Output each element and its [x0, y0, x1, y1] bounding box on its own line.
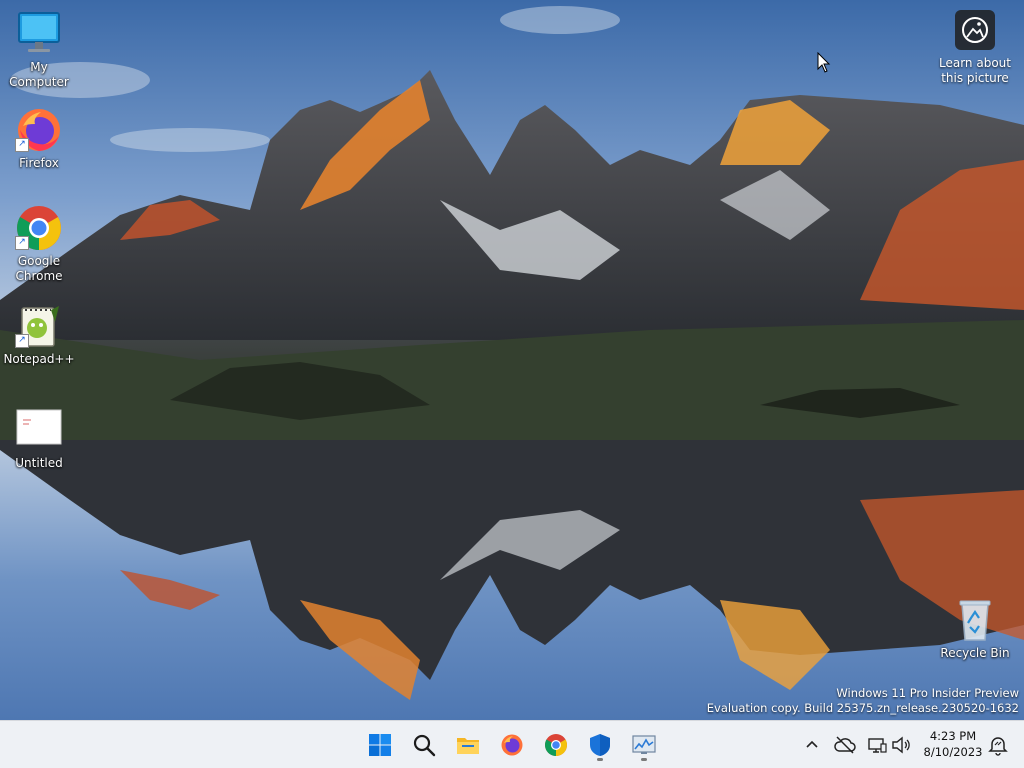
image-file-icon	[16, 409, 62, 445]
running-indicator	[641, 758, 647, 761]
tray-notifications[interactable]	[986, 733, 1010, 757]
shortcut-arrow-icon: ↗	[15, 236, 29, 250]
taskbar-search-button[interactable]	[406, 727, 442, 763]
running-indicator	[597, 758, 603, 761]
taskbar-resource-monitor[interactable]	[626, 727, 662, 763]
clock-date: 8/10/2023	[923, 745, 983, 759]
desktop-icon-notepadpp[interactable]: ↗ Notepad++	[0, 302, 78, 367]
desktop-icon-label: Recycle Bin	[940, 646, 1010, 660]
taskbar-firefox[interactable]	[494, 727, 530, 763]
shortcut-arrow-icon: ↗	[15, 138, 29, 152]
camera-spotlight-icon	[962, 17, 988, 43]
firefox-icon	[501, 734, 523, 756]
learn-about-this-picture[interactable]: Learn about this picture	[935, 10, 1015, 86]
taskbar: 4:23 PM 8/10/2023	[0, 720, 1024, 768]
windows-start-icon	[369, 734, 391, 756]
monitor-icon	[18, 12, 60, 52]
desktop-icon-label: My Computer	[9, 60, 69, 89]
desktop-icon-label: Firefox	[19, 156, 59, 170]
recycle-bin-icon	[959, 600, 991, 641]
desktop-icon-label: Untitled	[15, 456, 63, 470]
desktop-icon-chrome[interactable]: ↗ Google Chrome	[0, 204, 78, 284]
wallpaper	[0, 0, 1024, 720]
taskbar-file-explorer[interactable]	[450, 727, 486, 763]
folder-icon	[457, 738, 479, 754]
evaluation-watermark: Windows 11 Pro Insider Preview Evaluatio…	[707, 686, 1019, 716]
desktop-icon-my-computer[interactable]: My Computer	[0, 10, 78, 90]
watermark-build: Evaluation copy. Build 25375.zn_release.…	[706, 701, 1019, 715]
shield-icon	[590, 734, 610, 756]
watermark-edition: Windows 11 Pro Insider Preview	[836, 686, 1019, 700]
notification-dnd-icon	[988, 737, 1008, 756]
monitor-graph-icon	[632, 735, 656, 754]
desktop-icon-recycle-bin[interactable]: Recycle Bin	[936, 596, 1014, 661]
shortcut-arrow-icon: ↗	[15, 334, 29, 348]
desktop-icon-label: Notepad++	[3, 352, 75, 366]
taskbar-chrome[interactable]	[538, 727, 574, 763]
learn-about-line2: this picture	[941, 71, 1009, 85]
cloud-off-icon	[834, 736, 856, 754]
tray-show-hidden-icons[interactable]	[800, 733, 824, 757]
taskbar-start-button[interactable]	[362, 727, 398, 763]
tray-network[interactable]	[865, 733, 889, 757]
clock-time: 4:23 PM	[929, 729, 977, 743]
chrome-icon	[545, 734, 567, 756]
tray-volume[interactable]	[889, 733, 913, 757]
desktop-icon-untitled[interactable]: Untitled	[0, 406, 78, 471]
mouse-cursor-icon	[817, 52, 831, 73]
chevron-up-icon	[806, 740, 818, 748]
taskbar-defender[interactable]	[582, 727, 618, 763]
desktop-icon-firefox[interactable]: ↗ Firefox	[0, 106, 78, 171]
speaker-icon	[892, 736, 910, 754]
network-icon	[868, 738, 887, 753]
tray-clock[interactable]: 4:23 PM 8/10/2023	[918, 728, 988, 760]
learn-about-line1: Learn about	[939, 56, 1011, 70]
tray-onedrive[interactable]	[833, 733, 857, 757]
desktop-icon-label: Google Chrome	[15, 254, 63, 283]
desktop[interactable]: My Computer ↗ Firefox ↗ Google Chrome ↗ …	[0, 0, 1024, 720]
search-icon	[413, 734, 436, 757]
